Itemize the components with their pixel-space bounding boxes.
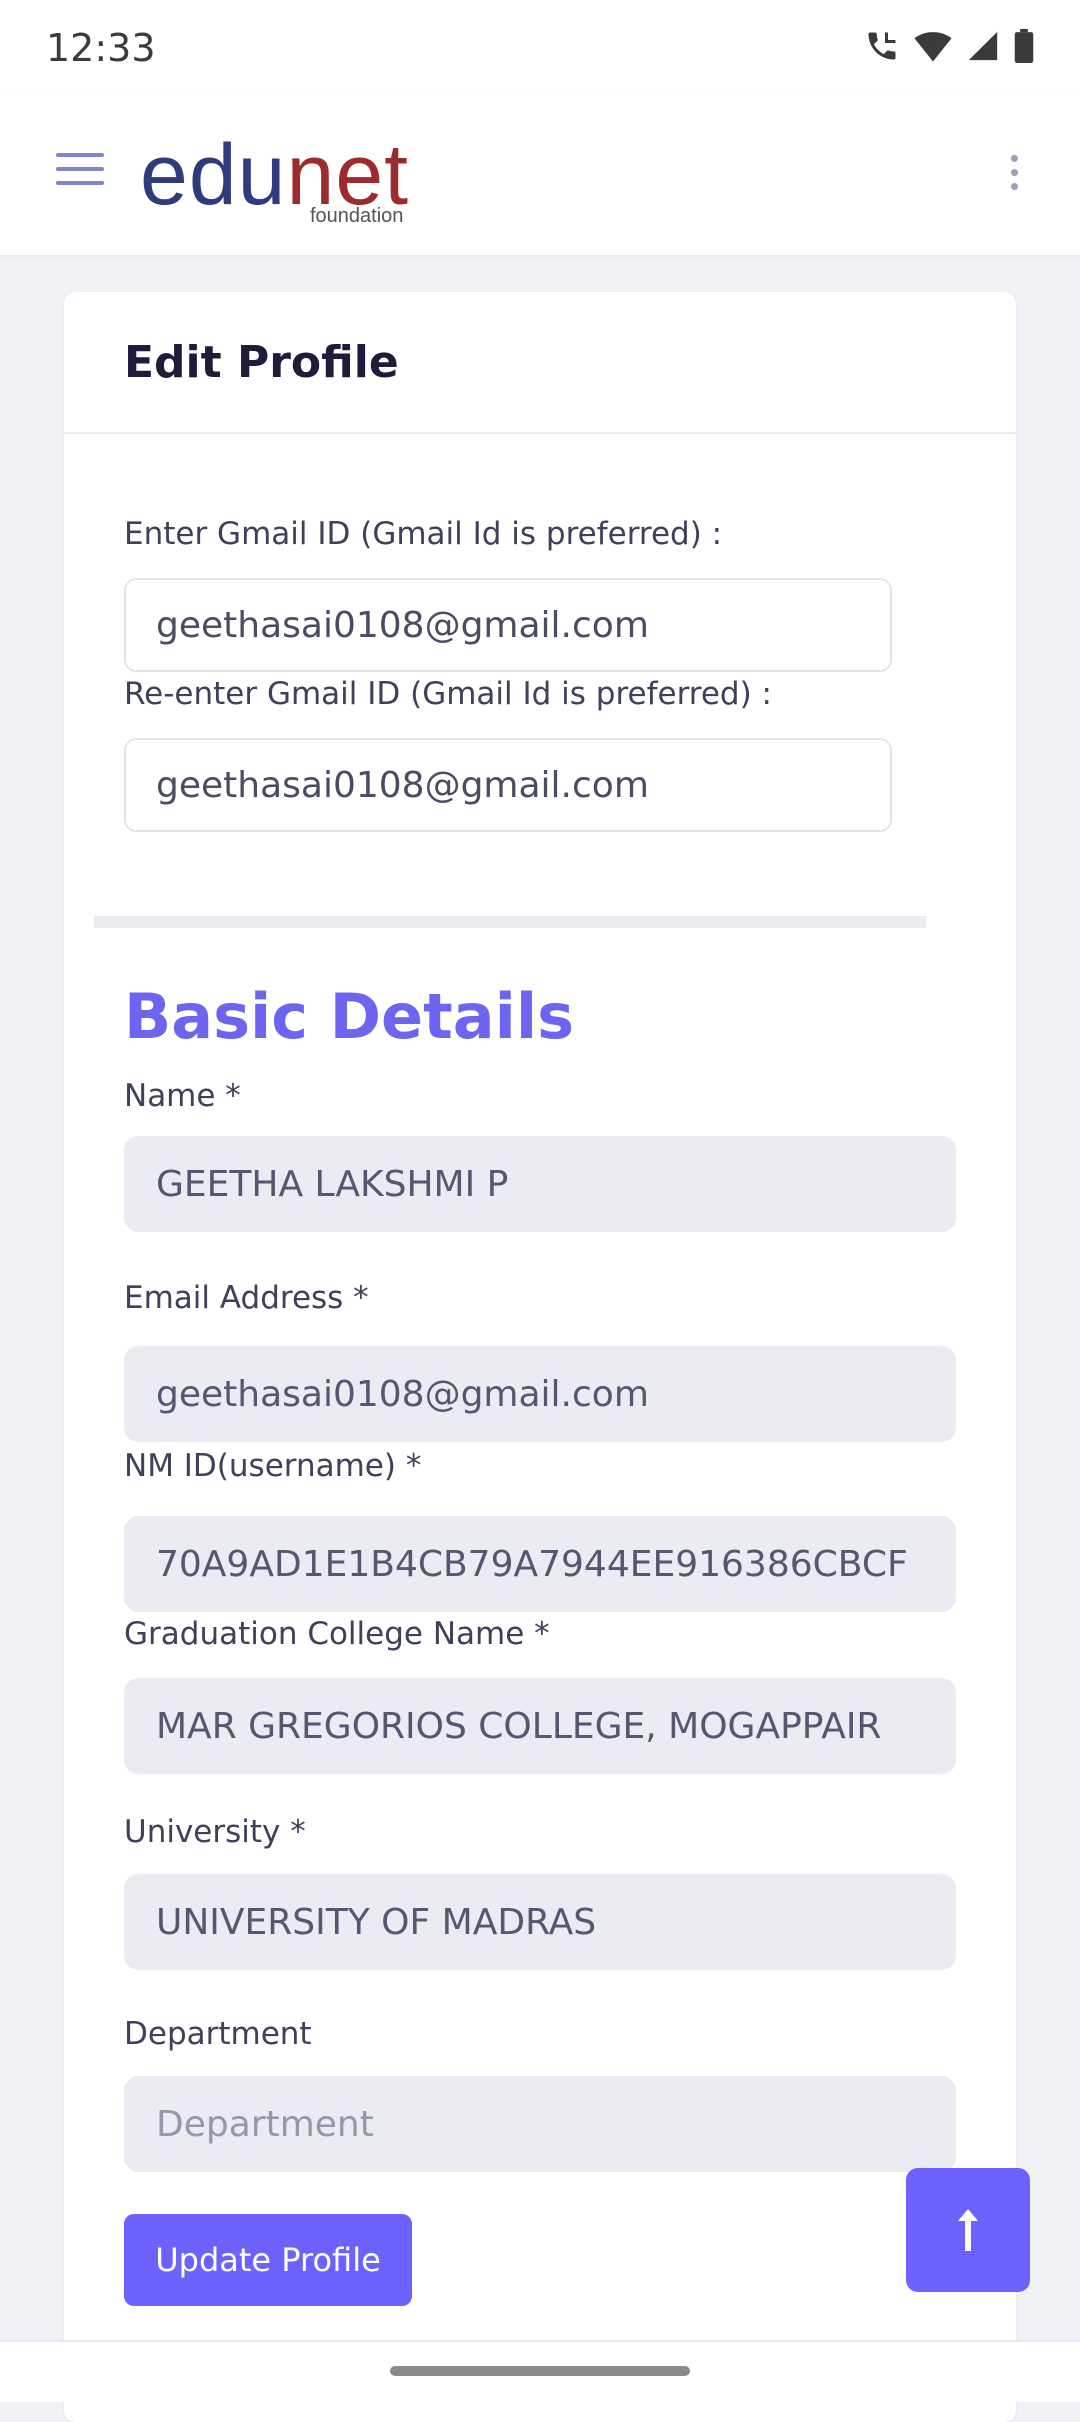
- gmail-label: Enter Gmail ID (Gmail Id is preferred) :: [124, 516, 723, 552]
- logo-subtitle: foundation: [310, 205, 404, 227]
- department-field[interactable]: Department: [124, 2076, 956, 2172]
- phone-call-icon: [868, 32, 896, 60]
- college-field[interactable]: MAR GREGORIOS COLLEGE, MOGAPPAIR: [124, 1678, 956, 1774]
- nmid-label: NM ID(username) *: [124, 1448, 422, 1484]
- edunet-logo[interactable]: edunet foundation: [140, 125, 460, 235]
- edit-profile-card: Edit Profile Enter Gmail ID (Gmail Id is…: [64, 292, 1016, 2422]
- college-label: Graduation College Name *: [124, 1616, 550, 1652]
- logo-edu: edu: [140, 127, 287, 223]
- home-indicator[interactable]: [390, 2366, 690, 2376]
- regmail-input[interactable]: geethasai0108@gmail.com: [124, 738, 892, 832]
- wifi-icon: [914, 32, 952, 62]
- gmail-input[interactable]: geethasai0108@gmail.com: [124, 578, 892, 672]
- university-label: University *: [124, 1814, 306, 1850]
- department-label: Department: [124, 2016, 312, 2052]
- hamburger-icon[interactable]: [56, 153, 104, 189]
- arrow-up-icon: [958, 2209, 978, 2251]
- status-time: 12:33: [46, 26, 156, 70]
- email-field[interactable]: geethasai0108@gmail.com: [124, 1346, 956, 1442]
- card-header: Edit Profile: [64, 292, 1016, 434]
- page-title: Edit Profile: [124, 336, 399, 388]
- status-icons: [864, 28, 1034, 64]
- email-label: Email Address *: [124, 1280, 369, 1316]
- kebab-icon[interactable]: [1008, 155, 1020, 195]
- battery-icon: [1014, 29, 1034, 63]
- app-bar: edunet foundation: [0, 95, 1080, 255]
- status-bar: 12:33: [0, 0, 1080, 95]
- university-field[interactable]: UNIVERSITY OF MADRAS: [124, 1874, 956, 1970]
- name-label: Name *: [124, 1078, 241, 1114]
- signal-icon: [968, 31, 998, 61]
- name-field[interactable]: GEETHA LAKSHMI P: [124, 1136, 956, 1232]
- regmail-label: Re-enter Gmail ID (Gmail Id is preferred…: [124, 676, 773, 712]
- basic-details-title: Basic Details: [124, 980, 574, 1053]
- section-divider: [94, 916, 926, 928]
- nmid-field[interactable]: 70A9AD1E1B4CB79A7944EE916386CBCF: [124, 1516, 956, 1612]
- update-profile-button[interactable]: Update Profile: [124, 2214, 412, 2306]
- scroll-top-button[interactable]: [906, 2168, 1030, 2292]
